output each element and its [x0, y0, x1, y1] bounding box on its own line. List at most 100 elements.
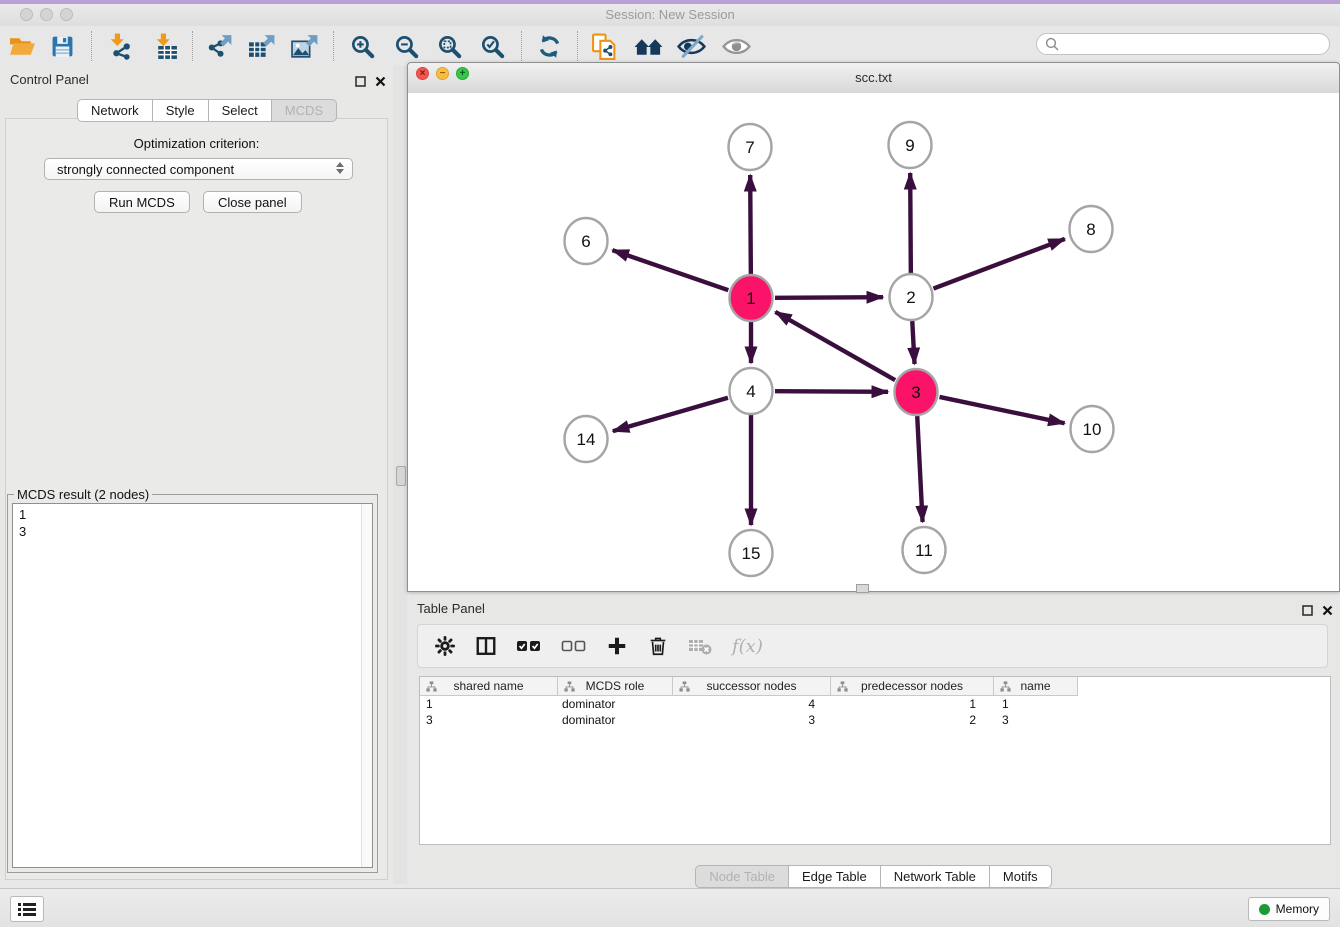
- tab-network[interactable]: Network: [77, 99, 153, 122]
- show-all-button[interactable]: [719, 29, 753, 63]
- search-icon: [1045, 37, 1059, 51]
- table-row[interactable]: 3dominator323: [420, 712, 1330, 728]
- table-row[interactable]: 1dominator411: [420, 696, 1330, 712]
- edge-1-6[interactable]: [612, 250, 728, 290]
- network-window-title: scc.txt: [408, 70, 1339, 85]
- delete-column-button[interactable]: [647, 633, 669, 659]
- column-header-successor-nodes[interactable]: successor nodes: [673, 677, 831, 696]
- tab-node-table[interactable]: Node Table: [695, 865, 789, 888]
- import-table-button[interactable]: [148, 29, 182, 63]
- splitter-grip[interactable]: [396, 466, 406, 486]
- close-panel-button[interactable]: [373, 74, 387, 88]
- open-session-button[interactable]: [5, 29, 39, 63]
- column-header-label: successor nodes: [706, 679, 796, 693]
- node-9[interactable]: 9: [889, 122, 932, 168]
- main-titlebar: Session: New Session: [0, 0, 1340, 27]
- copy-network-button[interactable]: [587, 29, 621, 63]
- node-10[interactable]: 10: [1071, 406, 1114, 452]
- table-settings-button[interactable]: [434, 633, 456, 659]
- network-canvas[interactable]: 7 9 6 8 1 2 4 3 14 10 15 11: [408, 93, 1339, 591]
- edge-2-8[interactable]: [933, 239, 1064, 289]
- network-graph[interactable]: 7 9 6 8 1 2 4 3 14 10 15 11: [408, 93, 1339, 591]
- optimization-criterion-value: strongly connected component: [57, 162, 234, 177]
- trash-icon: [647, 635, 669, 657]
- column-header-label: MCDS role: [586, 679, 645, 693]
- export-image-button[interactable]: [288, 29, 322, 63]
- column-header-name[interactable]: name: [994, 677, 1078, 696]
- close-table-panel-button[interactable]: [1320, 603, 1334, 617]
- cell: dominator: [558, 696, 673, 712]
- deselect-all-rows-button[interactable]: [561, 633, 587, 659]
- node-label: 10: [1083, 420, 1102, 439]
- edge-3-10[interactable]: [939, 397, 1064, 423]
- mcds-result-textarea[interactable]: 1 3: [12, 503, 373, 868]
- table-header-row: shared name MCDS role successor nodes prede…: [420, 677, 1330, 696]
- save-session-button[interactable]: [45, 29, 79, 63]
- zoom-selected-button[interactable]: [475, 29, 509, 63]
- control-panel-title: Control Panel: [10, 72, 89, 87]
- show-columns-button[interactable]: [475, 633, 497, 659]
- column-header-MCDS-role[interactable]: MCDS role: [558, 677, 673, 696]
- float-table-panel-button[interactable]: [1300, 603, 1314, 617]
- node-6[interactable]: 6: [565, 218, 608, 264]
- node-4[interactable]: 4: [730, 368, 773, 414]
- tab-network-table[interactable]: Network Table: [880, 865, 990, 888]
- window-resize-grip[interactable]: [856, 584, 869, 593]
- select-all-rows-button[interactable]: [516, 633, 542, 659]
- node-8[interactable]: 8: [1070, 206, 1113, 252]
- memory-status-dot: [1259, 904, 1270, 915]
- task-history-button[interactable]: [10, 896, 44, 922]
- export-table-button[interactable]: [245, 29, 279, 63]
- column-header-predecessor-nodes[interactable]: predecessor nodes: [831, 677, 994, 696]
- tab-select[interactable]: Select: [208, 99, 272, 122]
- node-7[interactable]: 7: [729, 124, 772, 170]
- tab-motifs[interactable]: Motifs: [989, 865, 1052, 888]
- column-header-shared-name[interactable]: shared name: [420, 677, 558, 696]
- home-view-button[interactable]: [631, 29, 665, 63]
- refresh-button[interactable]: [532, 29, 566, 63]
- edge-1-7[interactable]: [750, 175, 751, 274]
- zoom-fit-button[interactable]: [432, 29, 466, 63]
- cell: 3: [994, 712, 1078, 728]
- memory-button[interactable]: Memory: [1248, 897, 1330, 921]
- function-builder-button[interactable]: f(x): [732, 633, 763, 659]
- table-panel: Table Panel f(x) shared nameMCDS rolesuc…: [407, 595, 1340, 888]
- float-panel-button[interactable]: [353, 74, 367, 88]
- edge-3-1[interactable]: [775, 312, 895, 380]
- node-15[interactable]: 15: [730, 530, 773, 576]
- node-1[interactable]: 1: [730, 275, 773, 321]
- vertical-splitter[interactable]: [393, 66, 407, 884]
- edge-2-9[interactable]: [910, 173, 911, 273]
- scrollbar-track[interactable]: [361, 504, 372, 867]
- search-input[interactable]: [1036, 33, 1330, 55]
- node-2[interactable]: 2: [890, 274, 933, 320]
- edge-4-14[interactable]: [613, 398, 728, 431]
- node-label: 8: [1086, 220, 1095, 239]
- import-network-button[interactable]: [102, 29, 136, 63]
- add-column-button[interactable]: [606, 633, 628, 659]
- zoom-out-button[interactable]: [389, 29, 423, 63]
- documents-share-icon: [591, 33, 618, 60]
- node-11[interactable]: 11: [903, 527, 946, 573]
- network-window-titlebar[interactable]: × − + scc.txt: [408, 63, 1339, 94]
- zoom-in-button[interactable]: [345, 29, 379, 63]
- delete-table-button[interactable]: [688, 633, 713, 659]
- edge-2-3[interactable]: [912, 321, 914, 364]
- optimization-criterion-select[interactable]: strongly connected component: [44, 158, 353, 180]
- node-3[interactable]: 3: [895, 369, 938, 415]
- window-title: Session: New Session: [0, 7, 1340, 22]
- edge-3-11[interactable]: [917, 416, 922, 522]
- close-icon: [1322, 605, 1333, 616]
- tab-mcds[interactable]: MCDS: [271, 99, 337, 122]
- tab-edge-table[interactable]: Edge Table: [788, 865, 881, 888]
- hide-selected-button[interactable]: [674, 29, 708, 63]
- float-window-icon: [1302, 605, 1313, 616]
- delete-table-icon: [688, 635, 713, 657]
- close-panel-action-button[interactable]: Close panel: [203, 191, 302, 213]
- cell: 1: [831, 696, 994, 712]
- cell: 3: [420, 712, 558, 728]
- node-14[interactable]: 14: [565, 416, 608, 462]
- export-network-button[interactable]: [202, 29, 236, 63]
- tab-style[interactable]: Style: [152, 99, 209, 122]
- run-mcds-button[interactable]: Run MCDS: [94, 191, 190, 213]
